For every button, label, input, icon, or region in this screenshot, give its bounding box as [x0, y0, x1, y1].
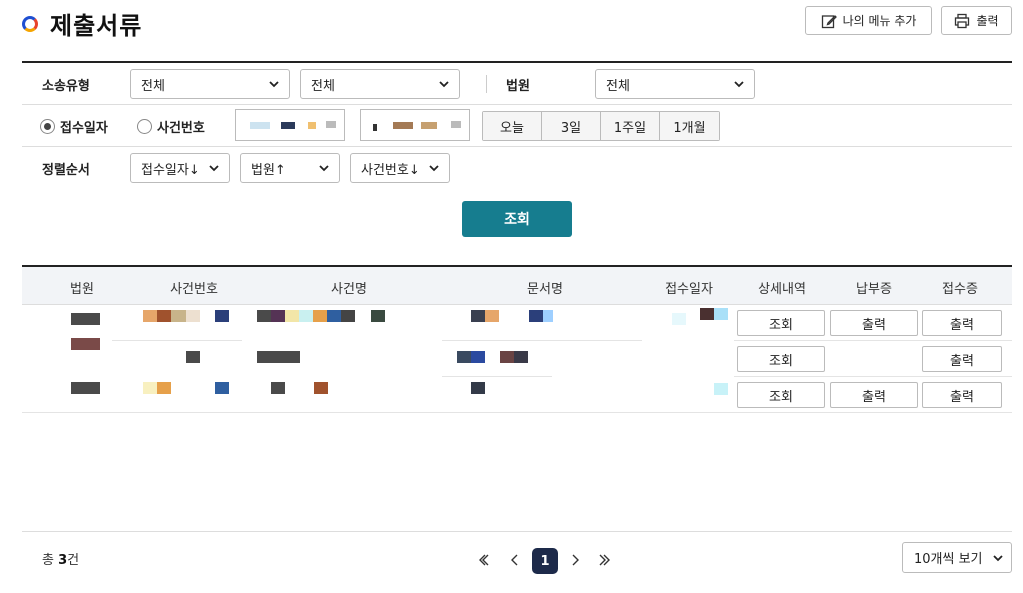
prev-page-button[interactable] [508, 548, 522, 572]
total-prefix: 총 [42, 553, 59, 568]
col-detail: 상세내역 [758, 282, 806, 297]
range-1month-button[interactable]: 1개월 [660, 112, 719, 140]
page-title: 제출서류 [50, 12, 143, 40]
sort-select-2[interactable]: 법원↑ [240, 153, 340, 183]
case-type-label: 소송유형 [42, 79, 90, 94]
court-select[interactable]: 전체 [595, 69, 755, 99]
col-court: 법원 [70, 282, 94, 297]
radio-case-number-label: 사건번호 [157, 121, 205, 136]
filter-row-date: 접수일자 사건번호 오늘 3일 1주일 1개월 [22, 105, 1012, 147]
edit-icon [821, 14, 837, 28]
radio-receipt-date-label: 접수일자 [60, 121, 108, 136]
chevron-left-icon [511, 554, 518, 566]
case-type-select-2[interactable]: 전체 [300, 69, 460, 99]
chevron-right-icon [572, 554, 579, 566]
page-size-value: 10개씩 보기 [914, 552, 983, 567]
range-3days-button[interactable]: 3일 [542, 112, 601, 140]
col-receipt-slip: 접수증 [942, 282, 978, 297]
radio-selected-icon [40, 119, 55, 134]
filter-row-case-type: 소송유형 전체 전체 법원 전체 [22, 63, 1012, 105]
add-my-menu-button[interactable]: 나의 메뉴 추가 [805, 6, 932, 35]
receipt-print-button[interactable]: 출력 [922, 382, 1002, 408]
chevron-down-icon [439, 81, 449, 88]
table-header: 법원 사건번호 사건명 문서명 접수일자 상세내역 납부증 접수증 [22, 267, 1012, 305]
add-my-menu-label: 나의 메뉴 추가 [842, 14, 917, 28]
page-header: 제출서류 나의 메뉴 추가 출력 [22, 6, 1012, 40]
chevron-down-icon [993, 555, 1003, 562]
col-payment-slip: 납부증 [856, 282, 892, 297]
page-number-current[interactable]: 1 [532, 548, 558, 574]
range-today-button[interactable]: 오늘 [483, 112, 542, 140]
end-date-input[interactable] [360, 109, 470, 141]
radio-case-number[interactable]: 사건번호 [137, 117, 205, 136]
page-size-select[interactable]: 10개씩 보기 [902, 542, 1012, 573]
logo-icon [22, 16, 38, 32]
sort-select-3[interactable]: 사건번호↓ [350, 153, 450, 183]
table-body: 조회 출력 출력 조회 출력 조회 출력 출력 [22, 305, 1012, 413]
print-label: 출력 [976, 14, 999, 28]
search-button[interactable]: 조회 [462, 201, 572, 237]
range-1week-button[interactable]: 1주일 [601, 112, 660, 140]
case-type-select-2-value: 전체 [311, 78, 335, 94]
total-suffix: 건 [67, 553, 80, 568]
col-receipt-date: 접수일자 [665, 282, 713, 297]
col-case-number: 사건번호 [170, 282, 218, 297]
court-select-value: 전체 [606, 78, 630, 94]
double-chevron-left-icon [479, 554, 489, 566]
last-page-button[interactable] [596, 548, 614, 572]
receipt-print-button[interactable]: 출력 [922, 346, 1002, 372]
quick-date-range-group: 오늘 3일 1주일 1개월 [482, 111, 720, 141]
total-count: 총 3건 [42, 549, 79, 568]
sort-select-1[interactable]: 접수일자↓ [130, 153, 230, 183]
radio-receipt-date[interactable]: 접수일자 [40, 117, 108, 136]
payment-print-button[interactable]: 출력 [830, 310, 918, 336]
print-button[interactable]: 출력 [941, 6, 1012, 35]
double-chevron-right-icon [599, 554, 610, 566]
total-count-value: 3 [58, 553, 68, 568]
col-document-name: 문서명 [527, 282, 563, 297]
radio-unselected-icon [137, 119, 152, 134]
chevron-down-icon [429, 165, 439, 172]
printer-icon [955, 13, 970, 28]
case-type-select-1-value: 전체 [141, 78, 165, 94]
chevron-down-icon [269, 81, 279, 88]
chevron-down-icon [734, 81, 744, 88]
sort-label: 정렬순서 [42, 163, 90, 178]
payment-print-button[interactable]: 출력 [830, 382, 918, 408]
next-page-button[interactable] [568, 548, 582, 572]
chevron-down-icon [319, 165, 329, 172]
divider [22, 531, 1012, 532]
filter-row-sort: 정렬순서 접수일자↓ 법원↑ 사건번호↓ [22, 147, 1012, 189]
search-filter-panel: 소송유형 전체 전체 법원 전체 접수일자 사건번호 오늘 3일 1주일 1개월… [22, 61, 1012, 189]
results-table: 법원 사건번호 사건명 문서명 접수일자 상세내역 납부증 접수증 조회 출력 … [22, 265, 1012, 413]
chevron-down-icon [209, 165, 219, 172]
case-type-select-1[interactable]: 전체 [130, 69, 290, 99]
first-page-button[interactable] [478, 548, 492, 572]
receipt-print-button[interactable]: 출력 [922, 310, 1002, 336]
sort-select-3-value: 사건번호↓ [361, 162, 420, 178]
detail-view-button[interactable]: 조회 [737, 382, 825, 408]
divider [486, 75, 487, 93]
col-case-name: 사건명 [331, 282, 367, 297]
detail-view-button[interactable]: 조회 [737, 346, 825, 372]
detail-view-button[interactable]: 조회 [737, 310, 825, 336]
court-label: 법원 [506, 79, 530, 94]
start-date-input[interactable] [235, 109, 345, 141]
sort-select-1-value: 접수일자↓ [141, 162, 200, 178]
sort-select-2-value: 법원↑ [251, 162, 286, 178]
